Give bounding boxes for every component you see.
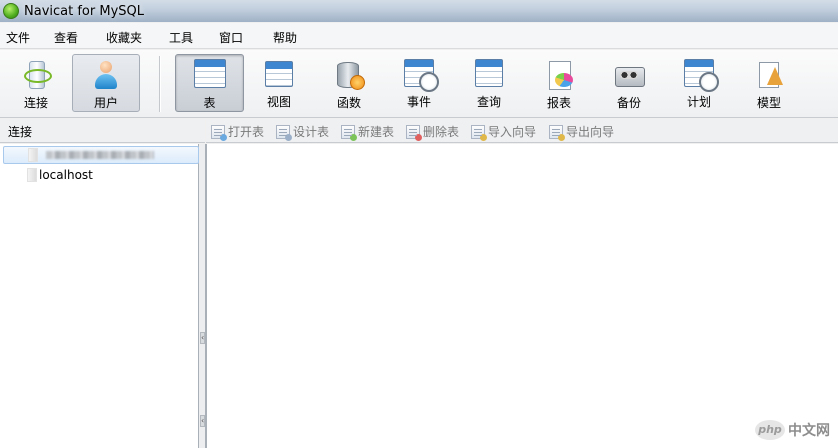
connection-tree: localhost — [0, 144, 199, 448]
new-table-button[interactable]: 新建表 — [341, 123, 395, 141]
export-wizard-icon — [549, 124, 565, 141]
php-cn-watermark: php 中文网 — [755, 420, 830, 440]
export-wizard-label: 导出向导 — [566, 125, 615, 139]
connection-item-selected[interactable] — [3, 146, 199, 164]
menu-file[interactable]: 文件 — [6, 29, 30, 46]
delete-table-label: 删除表 — [423, 125, 460, 139]
window-title: Navicat for MySQL — [24, 3, 144, 19]
user-label: 用户 — [93, 96, 118, 110]
schedule-label: 计划 — [686, 95, 711, 109]
splitter-collapse-top[interactable]: ‹ — [200, 332, 205, 344]
user-icon — [90, 59, 122, 89]
report-label: 报表 — [546, 96, 571, 110]
function-button[interactable]: 函数 — [319, 54, 379, 112]
new-table-icon — [341, 124, 357, 141]
query-button[interactable]: 查询 — [459, 54, 519, 112]
open-table-label: 打开表 — [228, 125, 265, 139]
open-table-icon — [211, 124, 227, 141]
model-button[interactable]: 模型 — [739, 54, 799, 112]
main-toolbar: 连接 用户 表 视图 函数 事件 查询 报表 备份 计划 模型 — [0, 50, 838, 118]
php-logo: php — [755, 420, 785, 440]
menu-help[interactable]: 帮助 — [273, 29, 297, 46]
import-wizard-button[interactable]: 导入向导 — [471, 123, 537, 141]
connection-icon — [20, 59, 52, 89]
connection-label: 连接 — [23, 96, 48, 110]
query-icon — [475, 59, 503, 87]
connection-node-icon — [28, 148, 38, 162]
backup-icon — [613, 59, 645, 88]
panel-splitter[interactable]: ‹ ‹ — [199, 144, 206, 448]
watermark-text: 中文网 — [788, 423, 830, 439]
report-button[interactable]: 报表 — [529, 54, 589, 112]
localhost-node-icon — [27, 168, 37, 182]
design-table-label: 设计表 — [293, 125, 330, 139]
menu-favorites[interactable]: 收藏夹 — [106, 29, 142, 46]
table-button[interactable]: 表 — [175, 54, 244, 112]
connection-item-localhost[interactable]: localhost — [3, 166, 93, 184]
table-icon — [193, 59, 226, 88]
toolbar-separator — [159, 56, 161, 112]
splitter-collapse-bottom[interactable]: ‹ — [200, 415, 205, 427]
event-button[interactable]: 事件 — [389, 54, 449, 112]
connection-button[interactable]: 连接 — [6, 54, 66, 112]
new-table-label: 新建表 — [358, 125, 395, 139]
menu-window[interactable]: 窗口 — [219, 29, 243, 46]
function-icon — [333, 59, 365, 90]
import-wizard-icon — [471, 124, 487, 141]
delete-table-button[interactable]: 删除表 — [406, 123, 460, 141]
view-label: 视图 — [266, 95, 291, 109]
report-icon — [543, 59, 575, 90]
user-button[interactable]: 用户 — [72, 54, 140, 112]
blurred-connection-name — [46, 151, 154, 159]
backup-button[interactable]: 备份 — [599, 54, 659, 112]
table-label: 表 — [203, 96, 216, 110]
connections-header: 连接 — [0, 119, 205, 143]
schedule-button[interactable]: 计划 — [669, 54, 729, 112]
model-icon — [753, 59, 785, 88]
export-wizard-button[interactable]: 导出向导 — [549, 123, 615, 141]
object-toolbar: 打开表 设计表 新建表 删除表 导入向导 导出向导 — [206, 119, 838, 143]
menu-tools[interactable]: 工具 — [169, 29, 193, 46]
localhost-label: localhost — [39, 168, 93, 182]
delete-table-icon — [406, 124, 422, 141]
design-table-button[interactable]: 设计表 — [276, 123, 330, 141]
model-label: 模型 — [756, 96, 781, 110]
schedule-icon — [684, 59, 719, 92]
object-list-area[interactable] — [206, 144, 838, 448]
event-icon — [404, 59, 439, 92]
function-label: 函数 — [336, 96, 361, 110]
design-table-icon — [276, 124, 292, 141]
backup-label: 备份 — [616, 96, 641, 110]
import-wizard-label: 导入向导 — [488, 125, 537, 139]
title-bar: Navicat for MySQL — [0, 0, 838, 22]
view-button[interactable]: 视图 — [249, 54, 309, 112]
open-table-button[interactable]: 打开表 — [211, 123, 265, 141]
view-icon — [265, 61, 293, 87]
query-label: 查询 — [476, 95, 501, 109]
navicat-app-icon — [3, 3, 19, 19]
menu-view[interactable]: 查看 — [54, 29, 78, 46]
menu-bar: 文件 查看 收藏夹 工具 窗口 帮助 — [0, 23, 838, 49]
event-label: 事件 — [406, 95, 431, 109]
